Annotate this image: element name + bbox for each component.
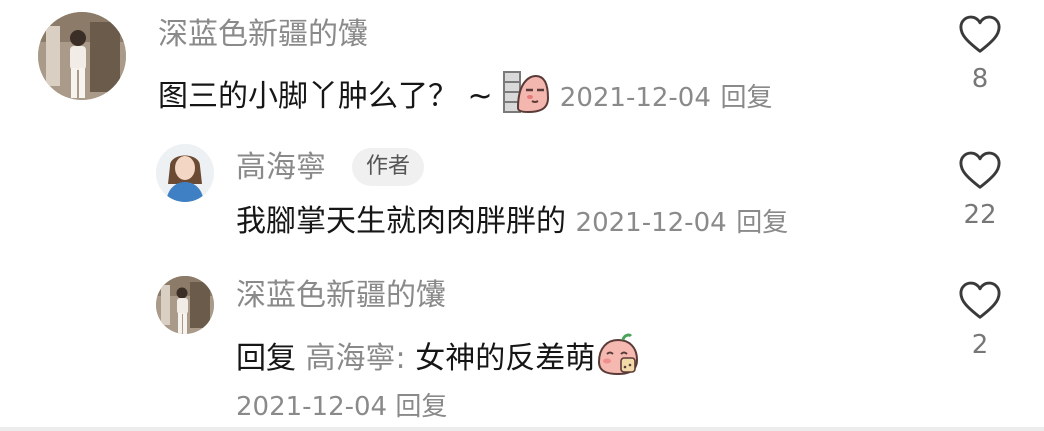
comment-reply-item: 高海寧 作者 我腳掌天生就肉肉胖胖的 2021-12-04 回复 22	[0, 140, 1044, 270]
comment-item: 深蓝色新疆的馕 图三的小脚丫肿么了？ ~ 2021-12-04 回复 8	[0, 0, 1044, 140]
comment-body[interactable]: 图三的小脚丫肿么了？ ~ 2021-12-04 回复	[158, 70, 772, 125]
reply-button[interactable]: 回复	[395, 392, 447, 422]
like-button[interactable]: 2	[950, 280, 1010, 360]
mention-link[interactable]: 高海寧:	[306, 341, 406, 376]
like-count: 22	[963, 200, 997, 230]
peeking-peach-emoji-icon	[502, 70, 550, 125]
avatar-photo	[156, 276, 214, 334]
comment-text: 图三的小脚丫肿么了？ ~	[158, 79, 493, 114]
avatar[interactable]	[156, 276, 214, 334]
reply-button[interactable]: 回复	[736, 208, 788, 238]
comment-body[interactable]: 回复 高海寧: 女神的反差萌	[236, 332, 641, 387]
avatar-photo	[156, 144, 214, 202]
reply-button[interactable]: 回复	[720, 83, 772, 113]
like-count: 2	[971, 330, 989, 360]
avatar[interactable]	[156, 144, 214, 202]
avatar[interactable]	[38, 12, 126, 100]
like-count: 8	[971, 64, 989, 94]
author-badge: 作者	[352, 148, 425, 186]
comment-meta: 2021-12-04 回复	[236, 390, 447, 424]
heart-outline-icon	[959, 281, 1001, 319]
shy-peach-emoji-icon	[595, 332, 641, 387]
avatar-photo	[38, 12, 126, 100]
comment-username[interactable]: 深蓝色新疆的馕	[236, 278, 446, 314]
comment-text: 女神的反差萌	[415, 341, 596, 376]
comment-reply-item: 深蓝色新疆的馕 回复 高海寧: 女神的反差萌 2021-12-04 回复 2	[0, 270, 1044, 431]
comment-username[interactable]: 深蓝色新疆的馕	[158, 17, 368, 53]
heart-outline-icon	[959, 15, 1001, 53]
like-button[interactable]: 8	[950, 14, 1010, 94]
comment-text: 我腳掌天生就肉肉胖胖的	[236, 204, 566, 239]
comment-date: 2021-12-04	[236, 392, 388, 422]
like-button[interactable]: 22	[950, 150, 1010, 230]
comment-username[interactable]: 高海寧	[236, 150, 326, 186]
comment-body[interactable]: 我腳掌天生就肉肉胖胖的 2021-12-04 回复	[236, 202, 788, 243]
heart-outline-icon	[959, 151, 1001, 189]
reply-prefix: 回复	[236, 341, 296, 376]
comment-date: 2021-12-04	[575, 208, 727, 238]
comment-date: 2021-12-04	[559, 83, 711, 113]
divider	[0, 427, 1044, 431]
